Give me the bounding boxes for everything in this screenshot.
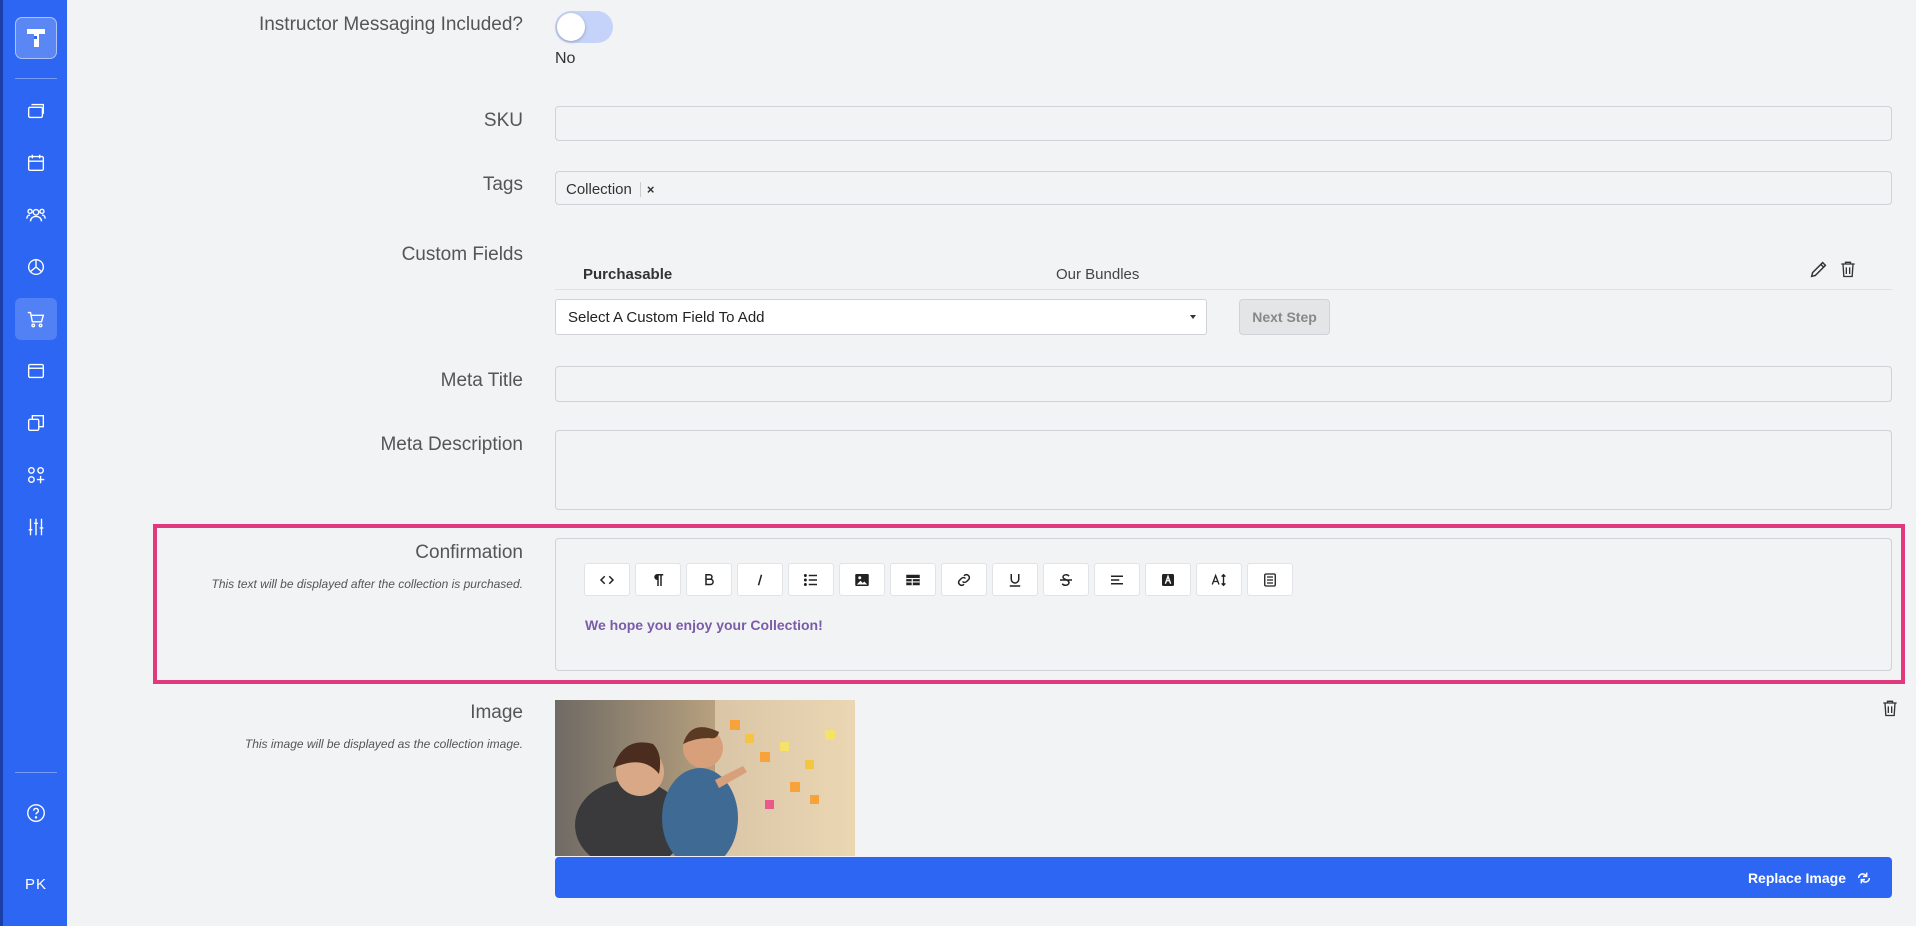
sku-label: SKU	[483, 110, 523, 131]
sidebar-divider	[15, 78, 57, 79]
replace-image-button[interactable]: Replace Image	[555, 857, 1892, 898]
meta-title-label: Meta Title	[440, 370, 523, 391]
sidebar-item-settings[interactable]	[15, 506, 57, 548]
underline-icon	[1009, 573, 1021, 587]
tag-chip: Collection ×	[566, 179, 654, 199]
toolbar-code-view-button[interactable]	[584, 563, 630, 596]
toolbar-insert-link-button[interactable]	[941, 563, 987, 596]
toolbar-italic-button[interactable]	[737, 563, 783, 596]
sidebar-item-help[interactable]	[15, 792, 57, 834]
italic-icon	[757, 574, 763, 585]
paragraph-icon	[654, 573, 664, 586]
sidebar-item-users[interactable]	[15, 194, 57, 236]
sidebar-item-pages[interactable]	[15, 350, 57, 392]
tag-remove-icon[interactable]: ×	[639, 181, 654, 197]
toolbar-insert-table-button[interactable]	[890, 563, 936, 596]
layers-icon	[27, 103, 45, 119]
tags-label: Tags	[482, 174, 523, 195]
help-circle-icon	[27, 804, 45, 822]
instructor-messaging-label: Instructor Messaging Included?	[258, 14, 523, 35]
sidebar-item-store[interactable]	[15, 298, 57, 340]
meta-description-textarea[interactable]	[555, 430, 1892, 510]
code-icon	[599, 575, 615, 584]
sidebar-item-courses[interactable]	[15, 90, 57, 132]
copy-icon	[27, 414, 45, 432]
users-icon	[26, 208, 46, 222]
next-step-button[interactable]: Next Step	[1239, 299, 1330, 335]
custom-fields-label: Custom Fields	[401, 244, 523, 265]
text-color-icon	[1162, 573, 1174, 586]
toolbar-text-color-button[interactable]	[1145, 563, 1191, 596]
list-icon	[803, 573, 817, 586]
cart-icon	[27, 311, 45, 328]
app-logo[interactable]	[15, 17, 57, 59]
bold-icon	[705, 573, 714, 585]
document-icon	[1264, 572, 1276, 587]
meta-title-input[interactable]	[555, 366, 1892, 402]
sku-input[interactable]	[555, 106, 1892, 141]
custom-field-name: Purchasable	[583, 266, 673, 283]
font-size-icon	[1211, 573, 1226, 586]
toolbar-strikethrough-button[interactable]	[1043, 563, 1089, 596]
user-avatar[interactable]: PK	[15, 876, 57, 893]
toolbar-bullet-list-button[interactable]	[788, 563, 834, 596]
sidebar-item-apps[interactable]	[15, 454, 57, 496]
tags-input[interactable]: Collection ×	[555, 171, 1892, 205]
toolbar-align-button[interactable]	[1094, 563, 1140, 596]
align-left-icon	[1111, 575, 1123, 584]
trash-icon[interactable]	[1880, 697, 1900, 719]
confirmation-help-text: This text will be displayed after the co…	[211, 577, 524, 591]
custom-field-row: Purchasable Our Bundles	[555, 258, 1892, 290]
pie-chart-icon	[27, 258, 45, 276]
confirmation-label: Confirmation	[415, 542, 523, 563]
toolbar-underline-button[interactable]	[992, 563, 1038, 596]
browser-window-icon	[27, 363, 45, 379]
sidebar-divider	[15, 772, 57, 773]
toolbar-bold-button[interactable]	[686, 563, 732, 596]
meta-description-label: Meta Description	[380, 434, 523, 455]
toolbar-insert-image-button[interactable]	[839, 563, 885, 596]
custom-field-select[interactable]: Select A Custom Field To Add	[555, 299, 1207, 335]
table-icon	[906, 574, 920, 585]
sidebar-item-calendar[interactable]	[15, 142, 57, 184]
custom-field-value: Our Bundles	[1056, 266, 1140, 283]
tag-label: Collection	[566, 180, 632, 198]
sidebar-item-collections[interactable]	[15, 402, 57, 444]
apps-add-icon	[27, 466, 45, 484]
sidebar: PK	[0, 0, 67, 926]
toolbar-paragraph-button[interactable]	[635, 563, 681, 596]
instructor-messaging-toggle[interactable]	[555, 11, 613, 43]
image-icon	[855, 573, 869, 586]
toggle-knob	[557, 13, 585, 41]
collection-image	[555, 700, 855, 856]
confirmation-editor-content[interactable]: We hope you enjoy your Collection!	[585, 617, 823, 633]
replace-image-label: Replace Image	[1747, 869, 1846, 886]
refresh-icon	[1857, 872, 1871, 883]
link-icon	[957, 573, 971, 586]
caret-down-icon	[1190, 315, 1196, 319]
toolbar-format-block-button[interactable]	[1247, 563, 1293, 596]
instructor-messaging-value: No	[555, 50, 576, 67]
toolbar-font-size-button[interactable]	[1196, 563, 1242, 596]
editor-toolbar	[584, 563, 1293, 596]
image-help-text: This image will be displayed as the coll…	[244, 737, 523, 751]
custom-field-select-value: Select A Custom Field To Add	[568, 309, 765, 326]
sidebar-item-reports[interactable]	[15, 246, 57, 288]
trash-icon[interactable]	[1838, 258, 1858, 280]
sliders-icon	[28, 518, 44, 536]
confirmation-editor[interactable]: We hope you enjoy your Collection!	[555, 538, 1892, 671]
image-label: Image	[470, 702, 523, 723]
strikethrough-icon	[1060, 573, 1072, 586]
pencil-icon[interactable]	[1808, 258, 1830, 280]
calendar-icon	[27, 154, 45, 172]
app-logo-icon	[27, 29, 45, 47]
